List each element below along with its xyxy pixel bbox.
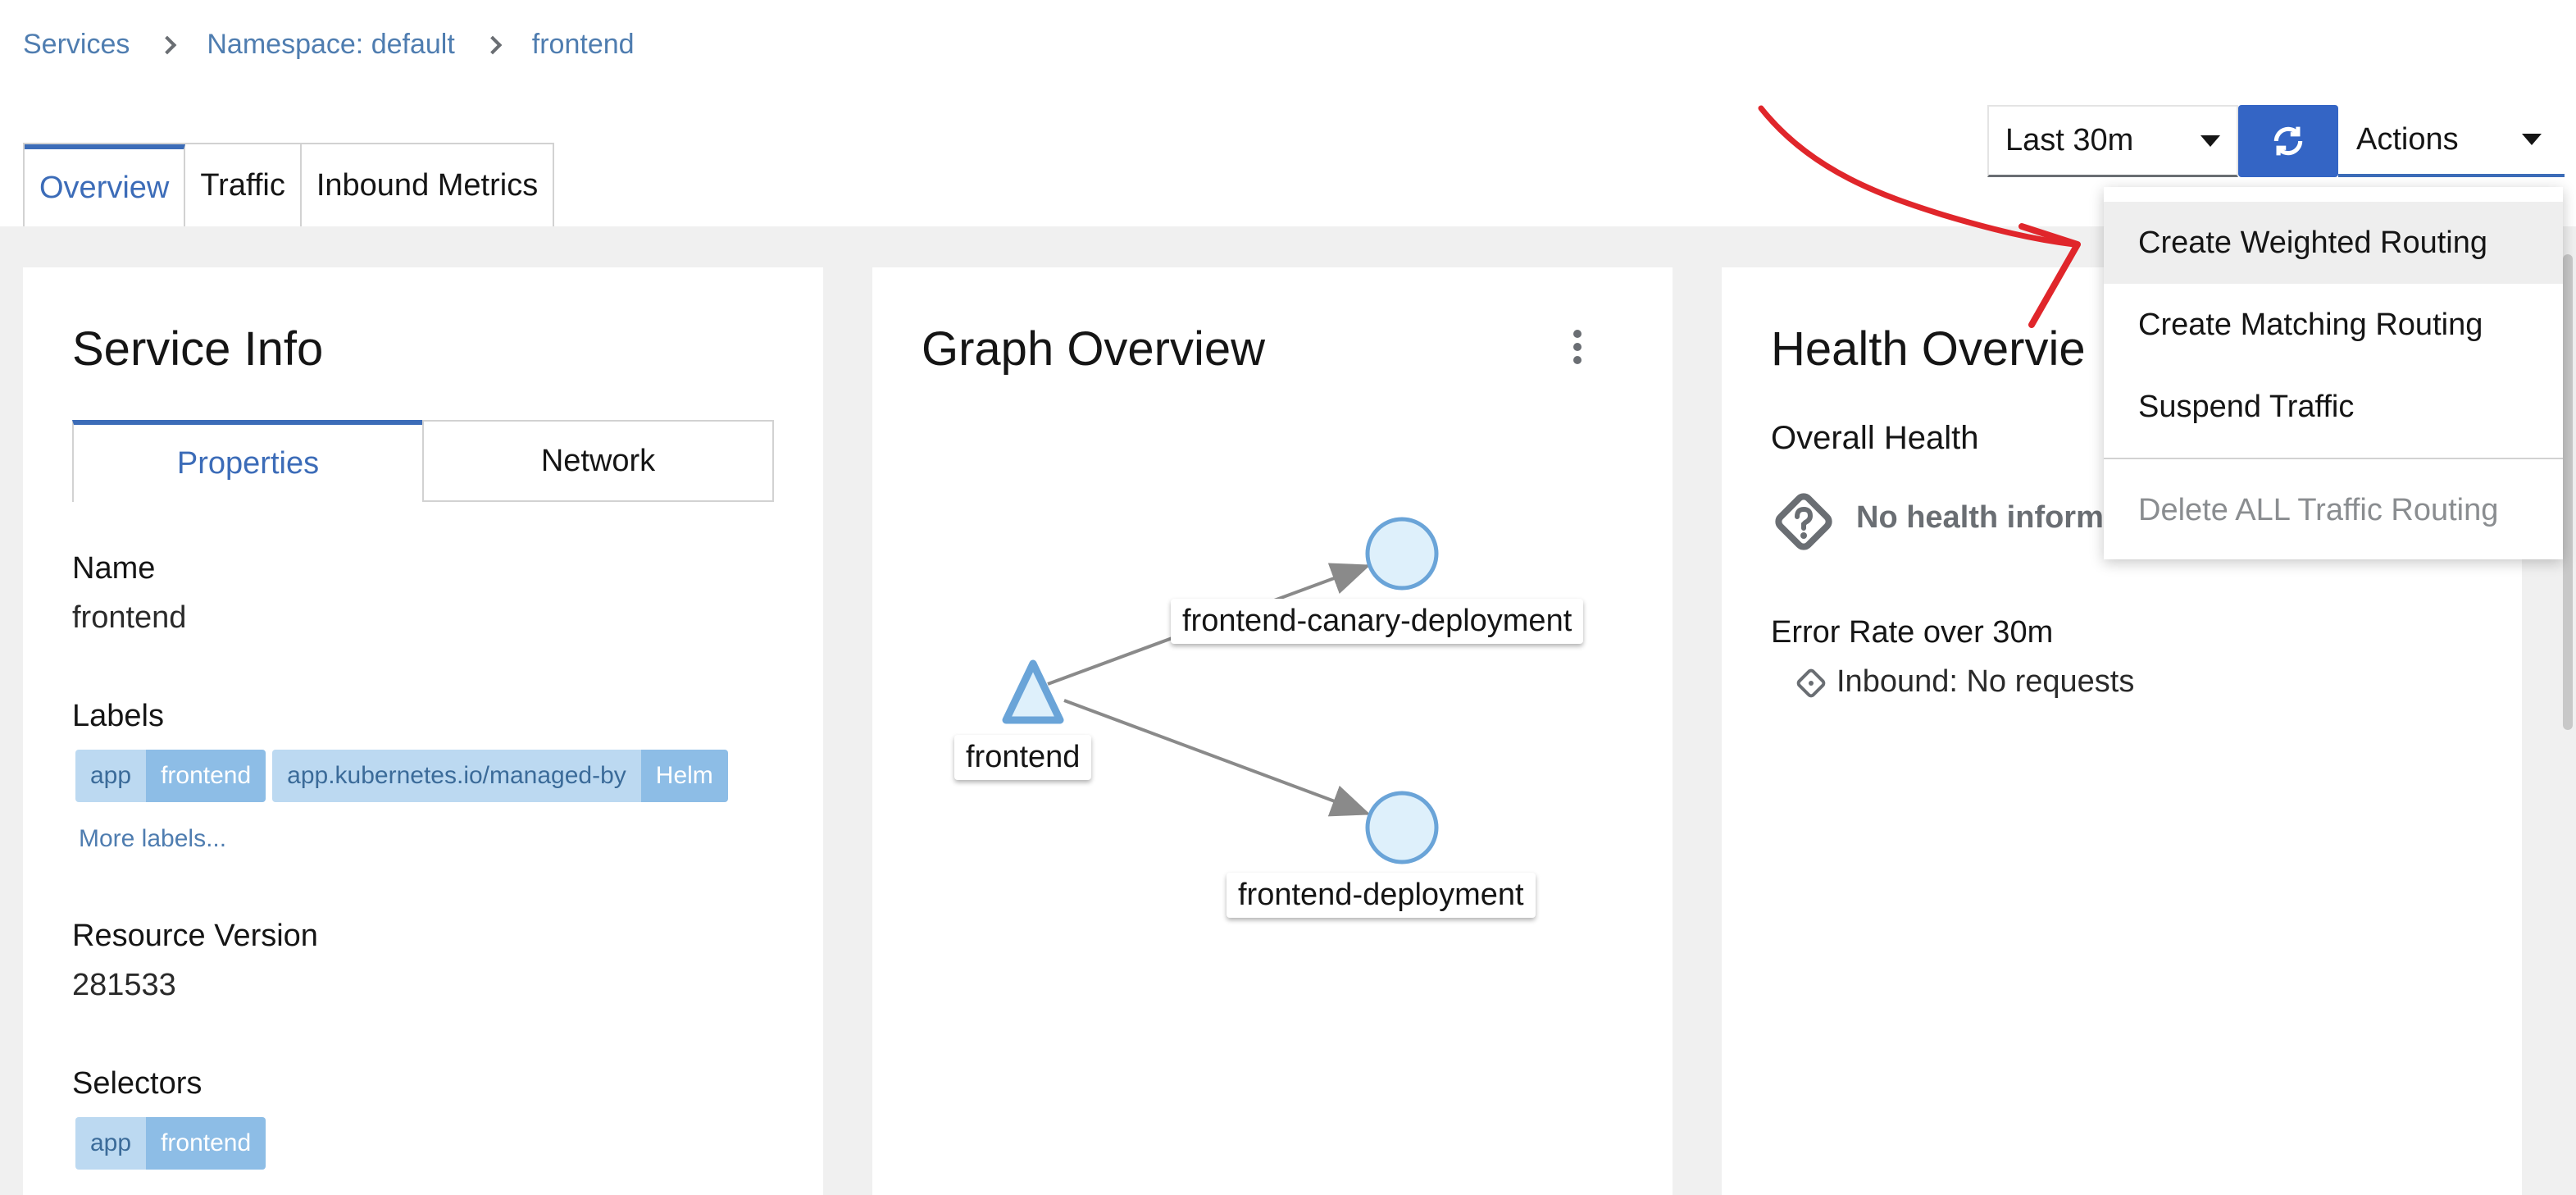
more-labels-link[interactable]: More labels... [79, 825, 226, 853]
selector-key: app [75, 1117, 147, 1170]
service-info-tabs: Properties Network [72, 420, 774, 502]
breadcrumb-services[interactable]: Services [23, 29, 130, 61]
overall-health-value: No health inform [1856, 500, 2104, 535]
breadcrumb-current[interactable]: frontend [532, 29, 635, 61]
caret-down-icon [2201, 135, 2220, 147]
workload-node-deployment[interactable] [1365, 791, 1439, 864]
selectors-list: app frontend [75, 1117, 266, 1170]
breadcrumb-namespace[interactable]: Namespace: default [207, 29, 454, 61]
overall-health-label: Overall Health [1771, 420, 1979, 456]
node-label-canary: frontend-canary-deployment [1171, 599, 1584, 644]
menu-item-suspend-traffic[interactable]: Suspend Traffic [2104, 366, 2563, 448]
actions-label: Actions [2356, 121, 2459, 157]
error-rate-label: Error Rate over 30m [1771, 615, 2054, 650]
main-tabs: Overview Traffic Inbound Metrics [23, 143, 555, 228]
page-scrollbar[interactable] [2563, 254, 2573, 730]
resource-version-value: 281533 [72, 968, 176, 1002]
menu-divider [2104, 458, 2563, 459]
caret-down-icon [2522, 134, 2542, 145]
name-value: frontend [72, 600, 187, 635]
selector-chip: app frontend [75, 1117, 266, 1170]
actions-dropdown-toggle[interactable]: Actions [2338, 105, 2565, 177]
graph-overview-card: Graph Overview frontend frontend-canary-… [872, 267, 1673, 1195]
refresh-button[interactable] [2238, 105, 2338, 177]
card-title: Service Info [72, 322, 324, 376]
tab-network[interactable]: Network [422, 420, 774, 502]
unknown-health-icon [1796, 668, 1826, 698]
menu-item-delete-all-traffic-routing: Delete ALL Traffic Routing [2138, 492, 2499, 527]
label-chip: app.kubernetes.io/managed-by Helm [272, 750, 728, 802]
label-value: frontend [146, 750, 266, 802]
selectors-label: Selectors [72, 1066, 203, 1101]
breadcrumb: Services Namespace: default frontend [23, 26, 635, 62]
actions-dropdown-menu: Create Weighted Routing Create Matching … [2104, 187, 2563, 559]
tab-traffic[interactable]: Traffic [185, 144, 302, 226]
tab-properties[interactable]: Properties [72, 420, 422, 502]
card-title: Health Overvie [1771, 322, 2086, 376]
chevron-right-icon [485, 35, 503, 53]
resource-version-label: Resource Version [72, 919, 318, 953]
service-node-triangle[interactable] [1002, 659, 1064, 724]
node-label-service: frontend [954, 735, 1092, 780]
error-rate-value: Inbound: No requests [1836, 664, 2135, 699]
tab-overview[interactable]: Overview [25, 144, 186, 226]
label-chip: app frontend [75, 750, 266, 802]
time-range-select[interactable]: Last 30m [1987, 105, 2238, 177]
node-label-deployment: frontend-deployment [1227, 873, 1536, 918]
label-key: app [75, 750, 147, 802]
menu-item-create-matching-routing[interactable]: Create Matching Routing [2104, 284, 2563, 366]
menu-item-create-weighted-routing[interactable]: Create Weighted Routing [2104, 202, 2563, 284]
unknown-health-icon [1775, 493, 1832, 550]
tab-inbound-metrics[interactable]: Inbound Metrics [302, 144, 553, 226]
time-range-value: Last 30m [2005, 123, 2134, 157]
service-info-card: Service Info Properties Network Name fro… [23, 267, 823, 1195]
label-key: app.kubernetes.io/managed-by [272, 750, 641, 802]
refresh-icon [2273, 126, 2303, 156]
toolbar: Last 30m Actions [1987, 105, 2565, 177]
chevron-right-icon [159, 35, 177, 53]
label-value: Helm [640, 750, 728, 802]
selector-value: frontend [146, 1117, 266, 1170]
graph-edge-deployment [1063, 699, 1371, 817]
labels-list: app frontend app.kubernetes.io/managed-b… [75, 750, 728, 802]
workload-node-canary[interactable] [1365, 517, 1439, 591]
service-graph [1002, 517, 1439, 864]
name-label: Name [72, 551, 156, 586]
labels-label: Labels [72, 699, 164, 733]
